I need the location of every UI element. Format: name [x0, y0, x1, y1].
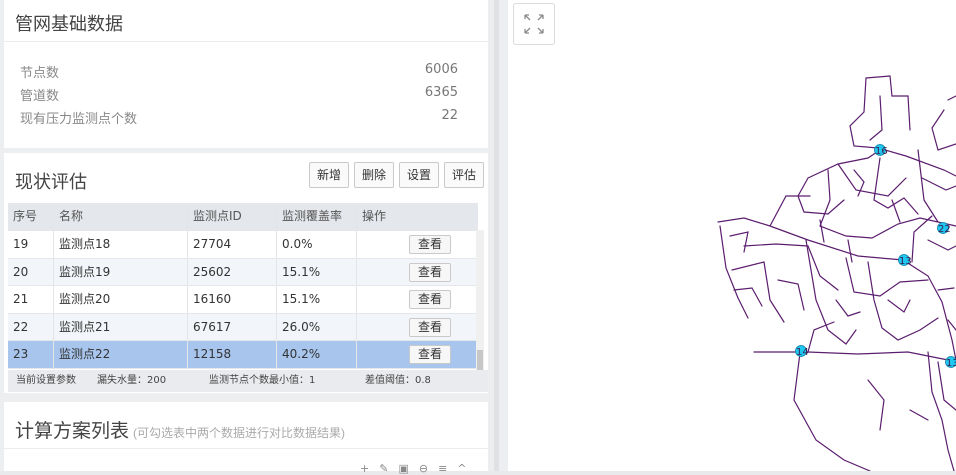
cell-name: 监测点19 — [54, 259, 188, 286]
cell-id: 16160 — [188, 286, 277, 313]
cell-name: 监测点18 — [54, 231, 188, 258]
splitter-handle[interactable] — [494, 0, 499, 471]
table-scrollbar[interactable] — [476, 230, 484, 390]
table-row[interactable]: 21 监测点20 16160 15.1% 查看 — [8, 286, 478, 314]
cell-no: 20 — [8, 259, 54, 286]
stat-monitor-count: 现有压力监测点个数 22 — [20, 108, 458, 128]
toolbar: 新增 删除 设置 评估 — [309, 162, 484, 188]
cell-name: 监测点21 — [54, 314, 188, 341]
pipe-network-map[interactable]: 16 22 13 14 13 — [508, 0, 956, 471]
cell-id: 27704 — [188, 231, 277, 258]
left-panel: 管网基础数据 节点数 6006 管道数 6365 现有压力监测点个数 22 现状… — [0, 0, 492, 471]
stat-value: 22 — [441, 108, 458, 123]
assessment-card-title: 现状评估 — [4, 168, 87, 194]
evaluate-button[interactable]: 评估 — [444, 162, 484, 188]
current-params-bar: 当前设置参数 漏失水量：200 监测节点个数最小值：1 差值阈值：0.8 — [8, 370, 488, 392]
calculation-plans-card: 计算方案列表(可勾选表中两个数据进行对比数据结果) +✎▣⊖≡^ — [4, 402, 488, 471]
cell-no: 23 — [8, 341, 54, 368]
stat-label: 现有压力监测点个数 — [20, 112, 137, 127]
table-row[interactable]: 22 监测点21 67617 26.0% 查看 — [8, 314, 478, 342]
divider — [4, 448, 488, 449]
stat-node-count: 节点数 6006 — [20, 62, 458, 82]
column-header[interactable]: 序号 — [8, 203, 54, 230]
cell-action: 查看 — [357, 341, 478, 368]
view-button[interactable]: 查看 — [409, 318, 451, 337]
monitor-point-table: 序号 名称 监测点ID 监测覆盖率 操作 19 监测点18 27704 0.0%… — [8, 203, 478, 369]
cell-action: 查看 — [357, 286, 478, 313]
add-icon[interactable]: + — [360, 462, 379, 475]
stat-label: 管道数 — [20, 89, 59, 104]
cell-no: 22 — [8, 314, 54, 341]
settings-button[interactable]: 设置 — [399, 162, 439, 188]
network-card-title: 管网基础数据 — [4, 10, 123, 36]
edit-icon[interactable]: ✎ — [379, 462, 398, 475]
column-header[interactable]: 名称 — [54, 203, 188, 230]
view-button[interactable]: 查看 — [409, 345, 451, 364]
cell-action: 查看 — [357, 314, 478, 341]
pipes — [718, 76, 956, 471]
cell-action: 查看 — [357, 231, 478, 258]
panel-splitter[interactable] — [492, 0, 508, 471]
marker-label: 22 — [938, 224, 951, 235]
plans-toolbar: +✎▣⊖≡^ — [360, 462, 477, 475]
plans-hint: (可勾选表中两个数据进行对比数据结果) — [133, 426, 345, 440]
cell-coverage: 26.0% — [277, 314, 357, 341]
stat-value: 6006 — [425, 62, 458, 77]
min-nodes-param: 监测节点个数最小值：1 — [209, 370, 315, 392]
cell-action: 查看 — [357, 259, 478, 286]
column-header[interactable]: 监测点ID — [188, 203, 277, 230]
cell-no: 19 — [8, 231, 54, 258]
view-button[interactable]: 查看 — [409, 235, 451, 254]
column-header: 操作 — [357, 203, 478, 230]
delete-button[interactable]: 删除 — [354, 162, 394, 188]
threshold-param: 差值阈值：0.8 — [365, 370, 431, 392]
view-button[interactable]: 查看 — [409, 290, 451, 309]
delete-icon[interactable]: ⊖ — [419, 462, 438, 475]
table-row[interactable]: 19 监测点18 27704 0.0% 查看 — [8, 231, 478, 259]
leak-param: 漏失水量：200 — [97, 370, 166, 392]
table-row[interactable]: 20 监测点19 25602 15.1% 查看 — [8, 259, 478, 287]
cell-name: 监测点22 — [54, 341, 188, 368]
collapse-icon[interactable]: ^ — [457, 462, 476, 475]
marker-label: 13 — [946, 358, 956, 369]
menu-icon[interactable]: ≡ — [438, 462, 457, 475]
marker-label: 13 — [899, 256, 912, 267]
cell-id: 25602 — [188, 259, 277, 286]
add-button[interactable]: 新增 — [309, 162, 349, 188]
cell-id: 67617 — [188, 314, 277, 341]
cell-coverage: 15.1% — [277, 286, 357, 313]
cell-coverage: 15.1% — [277, 259, 357, 286]
cell-coverage: 40.2% — [277, 341, 357, 368]
cell-id: 12158 — [188, 341, 277, 368]
network-basic-data-card: 管网基础数据 节点数 6006 管道数 6365 现有压力监测点个数 22 — [4, 0, 488, 148]
cell-no: 21 — [8, 286, 54, 313]
save-icon[interactable]: ▣ — [398, 462, 418, 475]
status-assessment-card: 现状评估 新增 删除 设置 评估 序号 名称 监测点ID 监测覆盖率 操作 19… — [4, 153, 488, 393]
divider — [4, 41, 488, 42]
table-row-selected[interactable]: 23 监测点22 12158 40.2% 查看 — [8, 341, 478, 369]
view-button[interactable]: 查看 — [409, 263, 451, 282]
pipe-network-layer: 16 22 13 14 13 — [508, 0, 956, 471]
table-header: 序号 名称 监测点ID 监测覆盖率 操作 — [8, 203, 478, 231]
params-label: 当前设置参数 — [16, 370, 76, 392]
marker-label: 16 — [875, 146, 888, 157]
plans-title: 计算方案列表 — [15, 421, 129, 442]
marker-label: 14 — [796, 347, 809, 358]
plans-card-title: 计算方案列表 (可勾选表中两个数据进行对比数据结果) — [4, 416, 345, 443]
column-header[interactable]: 监测覆盖率 — [277, 203, 357, 230]
stat-pipe-count: 管道数 6365 — [20, 85, 458, 105]
stat-value: 6365 — [425, 85, 458, 100]
cell-name: 监测点20 — [54, 286, 188, 313]
monitor-markers: 16 22 13 14 13 — [796, 145, 956, 370]
stat-label: 节点数 — [20, 66, 59, 81]
cell-coverage: 0.0% — [277, 231, 357, 258]
